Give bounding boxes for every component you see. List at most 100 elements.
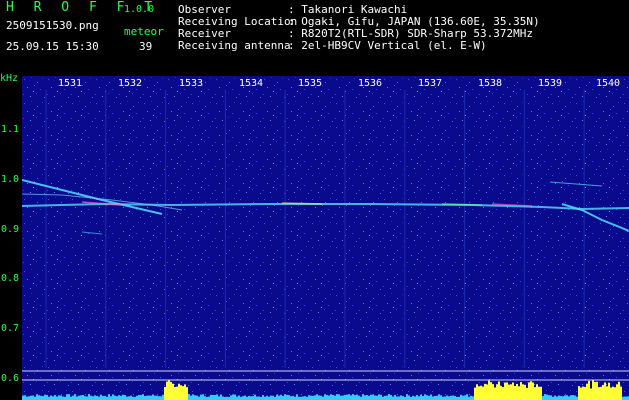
level-bar [54, 394, 56, 400]
level-bar [178, 383, 180, 400]
level-bar [488, 380, 490, 400]
level-bar [594, 381, 596, 400]
level-bar [610, 387, 612, 400]
level-bar [568, 396, 570, 400]
level-bar [626, 396, 628, 400]
level-bar [168, 380, 170, 400]
level-bar [570, 395, 572, 400]
level-bar [108, 394, 110, 400]
level-bar [362, 394, 364, 400]
level-bar [340, 395, 342, 400]
level-bar [512, 382, 514, 400]
level-bar [566, 395, 568, 400]
level-bar [334, 395, 336, 400]
date-time: 25.09.15 15:30 [6, 40, 99, 53]
level-bar [36, 394, 38, 400]
level-bar [380, 394, 382, 400]
level-bar [216, 394, 218, 400]
level-bar [236, 396, 238, 400]
level-bar [446, 395, 448, 400]
level-bar [76, 396, 78, 400]
level-bar [66, 394, 68, 400]
level-bar [242, 396, 244, 400]
level-bar [326, 395, 328, 400]
level-bar [616, 384, 618, 400]
level-bar [400, 395, 402, 400]
level-bar [532, 382, 534, 400]
level-bar [420, 394, 422, 400]
level-bar [68, 394, 70, 400]
level-bar [336, 394, 338, 400]
level-bar [316, 394, 318, 400]
level-bar [482, 386, 484, 400]
level-bar [530, 381, 532, 400]
level-bar [342, 395, 344, 400]
level-bar [606, 386, 608, 400]
level-bar [94, 395, 96, 400]
y-tick: 0.9 [1, 224, 20, 235]
level-bar [90, 395, 92, 400]
x-tick: 1533 [179, 78, 204, 89]
level-bar [584, 386, 586, 400]
level-bar [508, 384, 510, 400]
level-bar [302, 396, 304, 400]
level-bar [408, 395, 410, 400]
level-bar [222, 396, 224, 400]
level-bar [356, 394, 358, 400]
level-bar [156, 395, 158, 400]
level-bar [80, 395, 82, 400]
level-bar [200, 394, 202, 400]
level-bar [292, 395, 294, 400]
level-bar [580, 387, 582, 400]
level-bar [416, 395, 418, 400]
level-bar [220, 394, 222, 400]
y-tick: 0.7 [1, 323, 20, 334]
level-bar [62, 396, 64, 400]
level-bar [74, 394, 76, 400]
level-bar [162, 394, 164, 400]
highlight-green [441, 203, 483, 206]
level-bar [430, 394, 432, 400]
level-bar [144, 396, 146, 400]
level-bar [154, 395, 156, 400]
level-bar [166, 381, 168, 400]
level-bar [332, 394, 334, 400]
level-bar [52, 396, 54, 400]
level-bar [346, 394, 348, 400]
level-bar [434, 395, 436, 400]
level-bar [462, 395, 464, 400]
level-bar [604, 382, 606, 400]
level-bar [392, 396, 394, 400]
level-bar [398, 396, 400, 400]
level-bar [330, 394, 332, 400]
level-bar [562, 396, 564, 400]
level-bar [320, 395, 322, 400]
level-bar [390, 395, 392, 400]
level-bar [472, 396, 474, 400]
level-bar [372, 394, 374, 400]
level-bar [138, 394, 140, 400]
level-bar [474, 387, 476, 400]
level-bar [290, 396, 292, 400]
x-tick: 1532 [118, 78, 143, 89]
level-bar [164, 386, 166, 400]
level-bar [510, 384, 512, 400]
level-bar [114, 395, 116, 400]
level-bar [612, 386, 614, 400]
level-bar [470, 395, 472, 400]
level-bar [598, 387, 600, 400]
level-bar [24, 395, 26, 400]
level-bar [192, 394, 194, 400]
level-bar [450, 395, 452, 400]
level-bar [88, 394, 90, 400]
antenna-value: : 2el-HB9CV Vertical (el. E-W) [288, 39, 487, 52]
level-bar [406, 394, 408, 400]
level-bar [122, 394, 124, 400]
level-bar [536, 384, 538, 400]
level-bar [26, 396, 28, 400]
level-bar [244, 395, 246, 400]
level-bar [574, 395, 576, 400]
level-bar [586, 383, 588, 400]
level-bar [448, 396, 450, 400]
level-bar [538, 386, 540, 400]
